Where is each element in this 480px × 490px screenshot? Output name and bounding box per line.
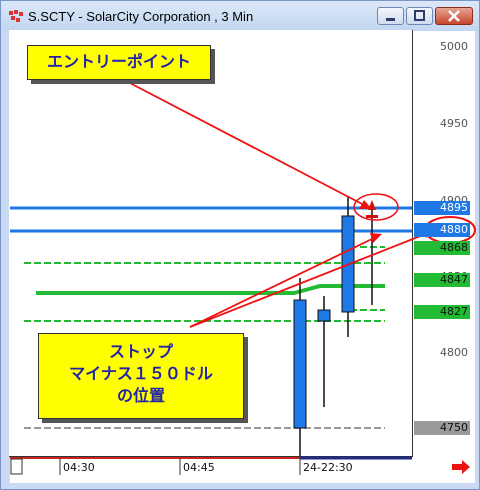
candle-body — [317, 309, 331, 322]
scroll-thumb[interactable] — [10, 458, 23, 475]
stop-label-line: ストップ — [108, 344, 173, 361]
price-tag-green: 4868 — [414, 241, 470, 255]
time-axis-label: 04:45 — [183, 461, 215, 474]
scroll-right-icon[interactable] — [452, 460, 470, 474]
arrow-head — [359, 200, 372, 209]
price-tag-blue: 4895 — [414, 201, 470, 215]
price-tag-blue: 4880 — [414, 223, 470, 237]
stop-label-line: マイナス１５０ドル — [69, 366, 213, 383]
price-tag-gray: 4750 — [414, 421, 470, 435]
candle-body-doji — [366, 215, 378, 218]
price-tag-green: 4827 — [414, 305, 470, 319]
price-tag-green: 4847 — [414, 273, 470, 287]
stop-arrow-secondary — [189, 232, 429, 328]
entry-point-callout: エントリーポイント — [27, 45, 211, 80]
candle-body — [293, 299, 307, 429]
stop-loss-callout: ストップ マイナス１５０ドル の位置 — [38, 333, 244, 419]
entry-arrow — [127, 81, 365, 206]
time-axis-label: 04:30 — [63, 461, 95, 474]
entry-point-label: エントリーポイント — [46, 54, 191, 71]
green-solid-line — [36, 284, 385, 295]
stop-label-line: の位置 — [116, 388, 165, 405]
time-axis-label: 24-22:30 — [303, 461, 353, 474]
